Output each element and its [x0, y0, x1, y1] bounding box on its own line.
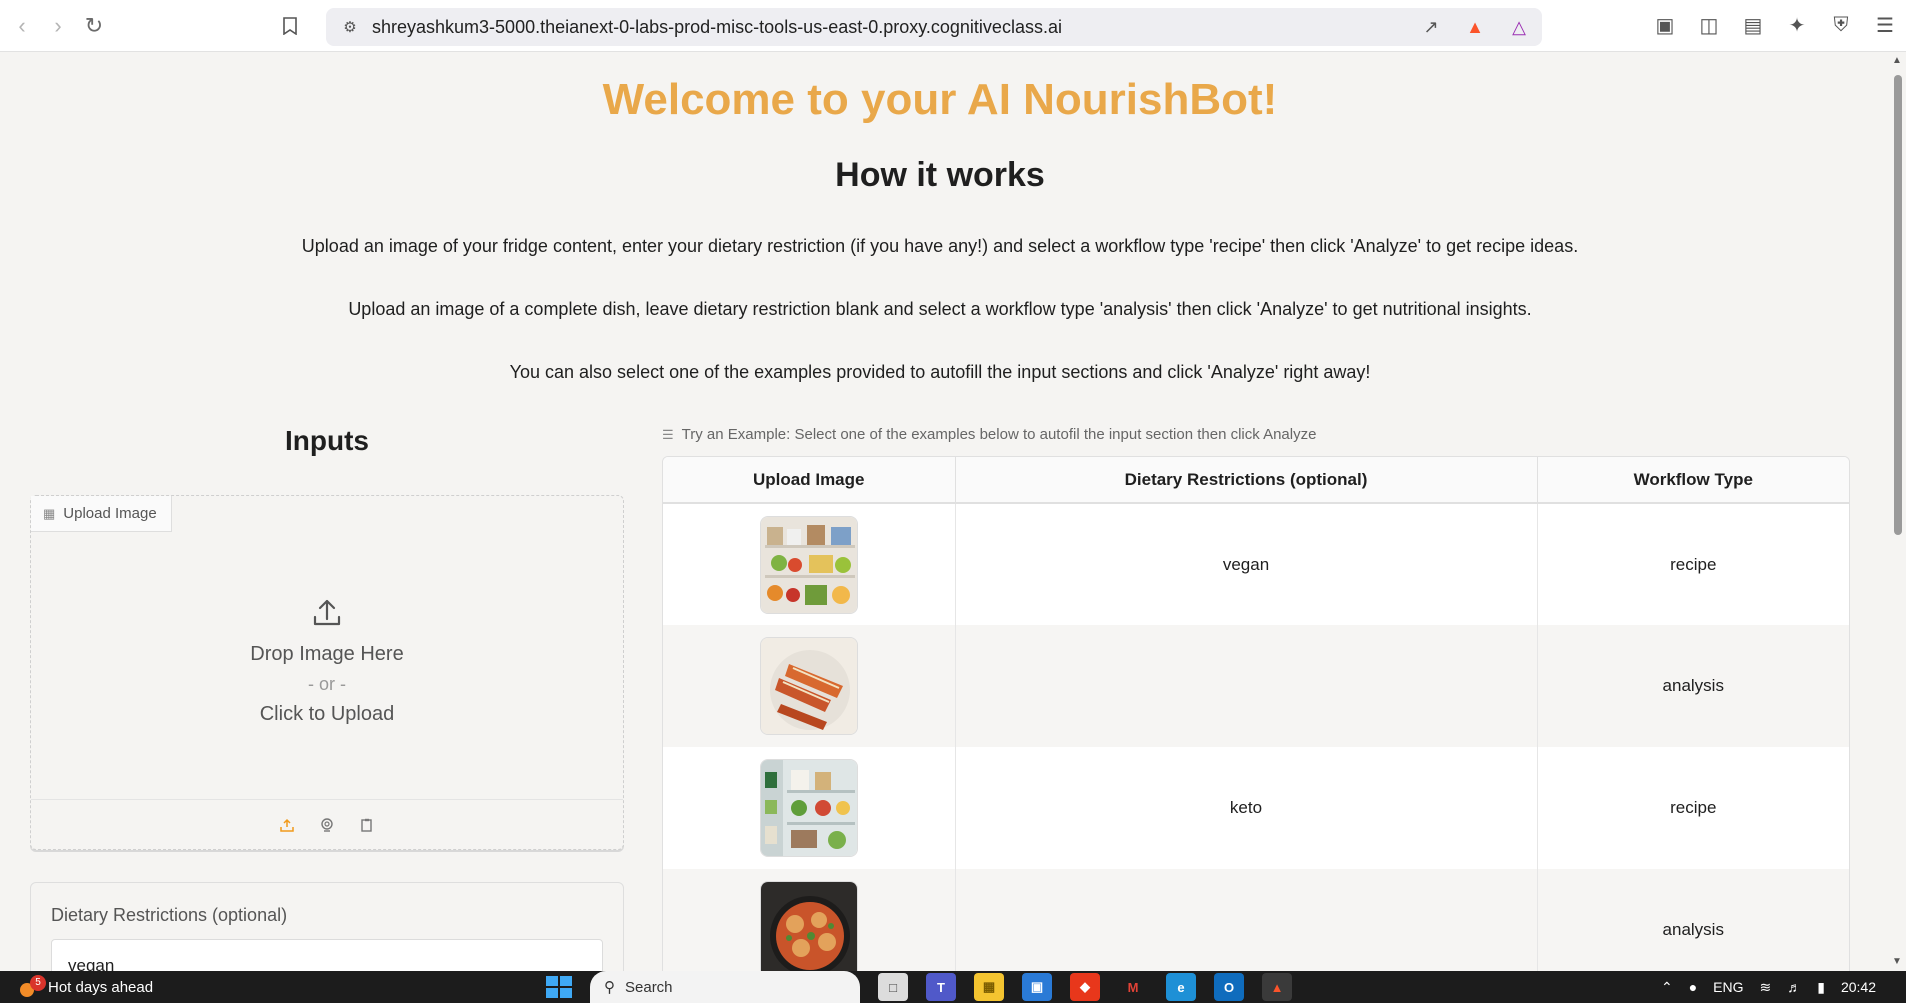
- browser-toolbar: ‹ › ↻ ⚙ shreyashkum3-5000.theianext-0-la…: [0, 0, 1906, 52]
- windows-taskbar: 5 Hot days ahead ⚲ Search □ T ▦ ▣ ◆ M e …: [0, 971, 1906, 1003]
- sidebar-icon[interactable]: ◫: [1694, 10, 1724, 40]
- dietary-restrictions-label: Dietary Restrictions (optional): [51, 905, 288, 925]
- example-workflow-cell: analysis: [1537, 625, 1849, 747]
- upload-icon: [313, 599, 341, 626]
- scrollbar-thumb[interactable]: [1894, 75, 1902, 535]
- clock-time[interactable]: 20:42: [1841, 979, 1876, 995]
- example-row[interactable]: analysis: [663, 625, 1849, 747]
- examples-label-text: Try an Example: Select one of the exampl…: [681, 426, 1317, 443]
- webcam-icon[interactable]: [318, 816, 336, 834]
- example-row[interactable]: keto recipe: [663, 747, 1849, 869]
- image-upload[interactable]: ▦ Upload Image Drop Image Here - or - Cl…: [30, 495, 624, 850]
- url-text[interactable]: shreyashkum3-5000.theianext-0-labs-prod-…: [372, 17, 1062, 38]
- tab-search-icon[interactable]: ▣: [1650, 10, 1680, 40]
- fridge-image: [759, 759, 858, 857]
- dietary-restrictions-field: Dietary Restrictions (optional) vegan: [30, 882, 624, 971]
- example-workflow-cell: recipe: [1537, 503, 1849, 625]
- example-diet-cell: keto: [955, 747, 1538, 869]
- forward-icon[interactable]: ›: [40, 8, 76, 44]
- address-bar[interactable]: ⚙ shreyashkum3-5000.theianext-0-labs-pro…: [326, 8, 1542, 46]
- clipboard-icon[interactable]: [358, 816, 376, 834]
- windows-start-icon[interactable]: [546, 976, 572, 998]
- page-content: Welcome to your AI NourishBot! How it wo…: [0, 53, 1890, 971]
- wifi-icon[interactable]: ≋: [1760, 979, 1772, 996]
- store-icon[interactable]: ▣: [1022, 973, 1052, 1001]
- example-image-cell: [663, 503, 956, 625]
- gmail-icon[interactable]: M: [1118, 973, 1148, 1001]
- bookmark-icon[interactable]: [272, 8, 308, 44]
- teams-icon[interactable]: T: [926, 973, 956, 1001]
- example-row[interactable]: analysis: [663, 869, 1849, 971]
- example-image-cell: [663, 869, 956, 971]
- examples-label: ☰ Try an Example: Select one of the exam…: [662, 426, 1316, 443]
- edge-icon[interactable]: e: [1166, 973, 1196, 1001]
- column-header-workflow: Workflow Type: [1537, 457, 1849, 504]
- example-workflow-cell: recipe: [1537, 747, 1849, 869]
- task-view-icon[interactable]: □: [878, 973, 908, 1001]
- brave-shields-icon[interactable]: ▲: [1462, 14, 1488, 40]
- dietary-restrictions-input[interactable]: vegan: [51, 939, 603, 971]
- example-row[interactable]: vegan recipe: [663, 503, 1849, 625]
- site-settings-icon[interactable]: ⚙: [332, 18, 368, 36]
- weather-widget[interactable]: 5 Hot days ahead: [18, 975, 154, 997]
- vpn-icon[interactable]: ⛨: [1826, 10, 1856, 40]
- drop-image-text: Drop Image Here: [250, 643, 404, 665]
- reload-icon[interactable]: ↻: [76, 8, 112, 44]
- taskbar-search[interactable]: ⚲ Search: [590, 971, 860, 1003]
- list-icon: ☰: [662, 426, 674, 442]
- drop-zone[interactable]: Drop Image Here - or - Click to Upload: [31, 532, 623, 792]
- scroll-down-icon[interactable]: ▼: [1892, 956, 1902, 967]
- or-text: - or -: [308, 674, 346, 694]
- example-diet-cell: vegan: [955, 503, 1538, 625]
- fridge-image: [759, 515, 858, 614]
- upload-source-icon[interactable]: [278, 816, 296, 834]
- examples-table: Upload Image Dietary Restrictions (optio…: [662, 456, 1850, 971]
- upload-source-bar: [31, 799, 623, 849]
- dish-image: [759, 637, 858, 735]
- example-image-cell: [663, 625, 956, 747]
- tray-app-icon[interactable]: ●: [1689, 979, 1697, 995]
- example-image-cell: [663, 747, 956, 869]
- volume-icon[interactable]: ♬: [1787, 979, 1801, 995]
- column-header-dietary: Dietary Restrictions (optional): [955, 457, 1538, 504]
- dish-image: [759, 881, 858, 971]
- image-icon: ▦: [43, 505, 56, 521]
- scroll-up-icon[interactable]: ▲: [1892, 55, 1902, 66]
- outlook-icon[interactable]: O: [1214, 973, 1244, 1001]
- brave-rewards-icon[interactable]: △: [1506, 14, 1532, 40]
- instruction-paragraph: Upload an image of your fridge content, …: [301, 236, 1579, 256]
- page-scrollbar[interactable]: ▲ ▼: [1890, 53, 1906, 971]
- brave-browser-icon[interactable]: ▲: [1262, 973, 1292, 1001]
- menu-icon[interactable]: ☰: [1870, 10, 1900, 40]
- instruction-paragraph: You can also select one of the examples …: [509, 362, 1371, 382]
- click-to-upload-text[interactable]: Click to Upload: [260, 699, 395, 729]
- anydesk-icon[interactable]: ◆: [1070, 973, 1100, 1001]
- weather-count-badge: 5: [30, 975, 46, 991]
- example-diet-cell: [955, 625, 1538, 747]
- share-icon[interactable]: ↗: [1418, 14, 1444, 40]
- tray-overflow-icon[interactable]: ⌃: [1661, 979, 1673, 996]
- weather-icon: 5: [18, 975, 46, 997]
- example-workflow-cell: analysis: [1537, 869, 1849, 971]
- back-icon[interactable]: ‹: [4, 8, 40, 44]
- column-header-upload-image: Upload Image: [663, 457, 956, 504]
- upload-image-tab: ▦ Upload Image: [31, 496, 172, 532]
- language-indicator[interactable]: ENG: [1713, 979, 1743, 995]
- search-placeholder: Search: [625, 978, 673, 996]
- inputs-heading: Inputs: [285, 425, 369, 456]
- weather-text: Hot days ahead: [48, 978, 154, 996]
- page-title: Welcome to your AI NourishBot!: [602, 75, 1278, 124]
- file-explorer-icon[interactable]: ▦: [974, 973, 1004, 1001]
- search-icon: ⚲: [604, 979, 615, 996]
- battery-icon[interactable]: ▮: [1817, 979, 1825, 996]
- wallet-icon[interactable]: ▤: [1738, 10, 1768, 40]
- how-it-works-heading: How it works: [835, 156, 1045, 194]
- example-diet-cell: [955, 869, 1538, 971]
- leo-ai-icon[interactable]: ✦: [1782, 10, 1812, 40]
- upload-tab-label: Upload Image: [63, 505, 157, 522]
- instruction-paragraph: Upload an image of a complete dish, leav…: [348, 299, 1532, 319]
